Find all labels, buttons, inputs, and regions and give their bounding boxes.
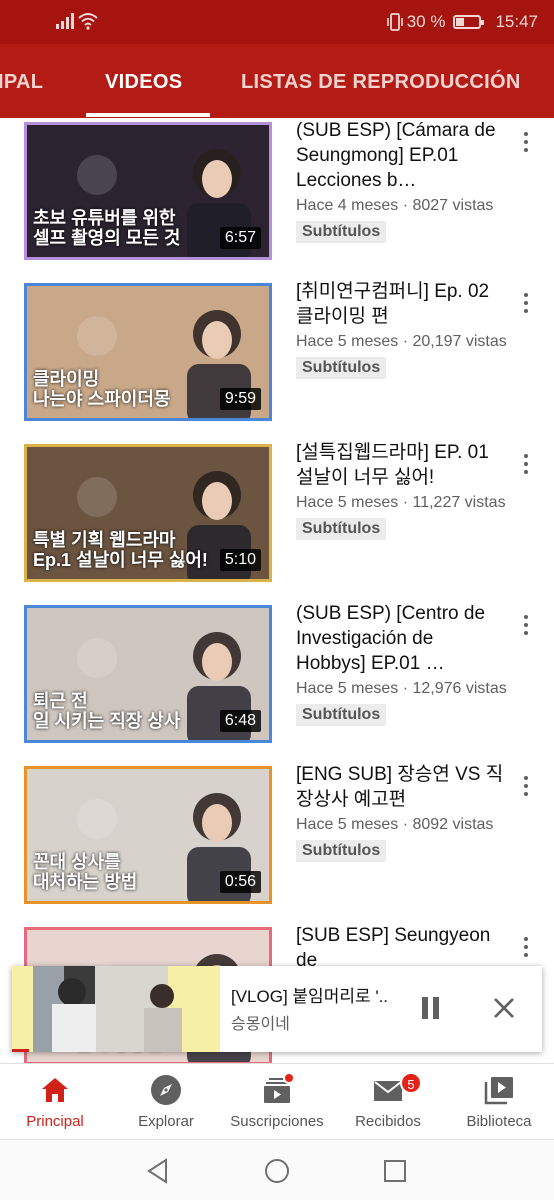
video-info: (SUB ESP) [Centro de Investigación de Ho… [296, 601, 507, 726]
subtitles-badge: Subtítulos [296, 221, 387, 243]
video-title[interactable]: [ENG SUB] 장승연 VS 직장상사 예고편 [296, 762, 506, 812]
battery-icon [453, 15, 485, 29]
subtitles-badge: Subtítulos [296, 840, 387, 862]
video-thumbnail[interactable]: 퇴근 전일 시키는 직장 상사 6:48 [24, 605, 272, 743]
video-list[interactable]: 초보 유튜버를 위한 셀프 촬영의 모든 것 6:57 (SUB ESP) [Cáma… [0, 118, 554, 1063]
video-info: [ENG SUB] 장승연 VS 직장상사 예고편 Hace 5 meses · … [296, 762, 506, 862]
home-icon [42, 1078, 68, 1102]
more-options-icon[interactable] [518, 937, 534, 961]
close-icon[interactable] [492, 996, 516, 1020]
nav-principal[interactable]: Principal [0, 1064, 110, 1140]
video-meta: Hace 5 meses · 11,227 vistas [296, 494, 506, 511]
home-button-icon[interactable] [264, 1158, 290, 1184]
subscriptions-new-dot [283, 1072, 295, 1084]
thumbnail-caption-line: 클라이밍 [33, 368, 100, 389]
thumbnail-caption-line: 셀프 촬영의 모든 것 [33, 228, 181, 249]
video-item[interactable]: 꼰대 상사를 대처하는 방법 0:56 [ENG SUB] 장승연 VS 직장상사 예… [0, 762, 554, 912]
thumbnail-caption-line: 일 시키는 직장 상사 [33, 711, 181, 732]
nav-biblioteca[interactable]: Biblioteca [444, 1064, 554, 1140]
video-title[interactable]: [설특집웹드라마] EP. 01 설날이 너무 싫어! [296, 440, 506, 490]
video-item[interactable]: 초보 유튜버를 위한 셀프 촬영의 모든 것 6:57 (SUB ESP) [Cáma… [0, 118, 554, 268]
miniplayer-title[interactable]: [VLOG] 붙임머리로 '.. [231, 982, 388, 1007]
video-item[interactable]: 퇴근 전일 시키는 직장 상사 6:48 (SUB ESP) [Centro de … [0, 601, 554, 751]
thumbnail-caption: 초보 유튜버를 위한 셀프 촬영의 모든 것 [33, 208, 180, 249]
thumbnail-caption-line: 나는야 스파이더몽 [33, 389, 171, 410]
more-options-icon[interactable] [518, 132, 534, 156]
nav-label-explorar: Explorar [138, 1113, 194, 1130]
wifi-icon [78, 13, 98, 30]
subtitles-badge: Subtítulos [296, 357, 387, 379]
miniplayer-progress [12, 1049, 29, 1052]
bottom-nav: Principal Explorar Suscripciones 5 Recib… [0, 1063, 554, 1139]
video-thumbnail[interactable]: 초보 유튜버를 위한 셀프 촬영의 모든 것 6:57 [24, 122, 272, 260]
video-item[interactable]: 특별 기획 웹드라마 Ep.1 설날이 너무 싫어! 5:10 [설특집웹드라마] E… [0, 440, 554, 590]
battery-percent: 30 % [406, 12, 446, 31]
pause-icon[interactable] [420, 997, 440, 1019]
status-bar: 30 % 15:47 [0, 0, 554, 44]
thumbnail-caption: 특별 기획 웹드라마 Ep.1 설날이 너무 싫어! [33, 530, 208, 571]
signal-icon [56, 13, 74, 29]
more-options-icon[interactable] [518, 776, 534, 800]
thumbnail-caption-line: 꼰대 상사를 [33, 851, 121, 872]
miniplayer[interactable]: [VLOG] 붙임머리로 '.. 승몽이네 [12, 966, 542, 1052]
video-duration: 6:48 [219, 710, 261, 732]
nav-label-recibidos: Recibidos [355, 1113, 421, 1130]
video-meta: Hace 5 meses · 20,197 vistas [296, 333, 507, 350]
video-meta: Hace 4 meses · 8027 vistas [296, 197, 494, 214]
more-options-icon[interactable] [518, 293, 534, 317]
nav-label-biblioteca: Biblioteca [466, 1113, 532, 1130]
video-title[interactable]: (SUB ESP) [Centro de Investigación de Ho… [296, 601, 506, 676]
thumbnail-caption-line: 특별 기획 웹드라마 [33, 529, 176, 550]
thumbnail-caption-line: 초보 유튜버를 위한 [33, 207, 176, 228]
thumbnail-caption: 꼰대 상사를 대처하는 방법 [33, 852, 137, 893]
nav-label-principal: Principal [26, 1113, 84, 1130]
thumbnail-caption-line: Ep.1 설날이 너무 싫어! [33, 550, 208, 571]
nav-suscripciones[interactable]: Suscripciones [222, 1064, 332, 1140]
nav-label-suscripciones: Suscripciones [230, 1113, 324, 1130]
miniplayer-thumbnail[interactable] [12, 966, 220, 1052]
back-icon[interactable] [146, 1158, 170, 1184]
thumbnail-caption: 클라이밍 나는야 스파이더몽 [33, 369, 170, 410]
subtitles-badge: Subtítulos [296, 704, 387, 726]
tab-principal[interactable]: IPAL [0, 71, 43, 94]
tab-playlists[interactable]: LISTAS DE REPRODUCCIÓN [241, 71, 521, 94]
library-icon [484, 1077, 513, 1105]
nav-explorar[interactable]: Explorar [111, 1064, 221, 1140]
video-thumbnail[interactable]: 꼰대 상사를 대처하는 방법 0:56 [24, 766, 272, 904]
video-info: [설특집웹드라마] EP. 01 설날이 너무 싫어! Hace 5 meses … [296, 440, 506, 540]
thumbnail-caption: 퇴근 전일 시키는 직장 상사 [33, 691, 180, 732]
video-duration: 5:10 [219, 549, 261, 571]
video-meta: Hace 5 meses · 12,976 vistas [296, 680, 507, 697]
tab-videos[interactable]: VIDEOS [105, 71, 182, 94]
miniplayer-video-frame [52, 978, 182, 1052]
thumbnail-caption-line: 대처하는 방법 [33, 872, 138, 893]
video-thumbnail[interactable]: 특별 기획 웹드라마 Ep.1 설날이 너무 싫어! 5:10 [24, 444, 272, 582]
channel-tabs: IPAL VIDEOS LISTAS DE REPRODUCCIÓN [0, 44, 554, 118]
video-duration: 0:56 [219, 871, 261, 893]
nav-recibidos[interactable]: 5 Recibidos [333, 1064, 443, 1140]
video-duration: 6:57 [219, 227, 261, 249]
clock: 15:47 [495, 12, 538, 31]
vibrate-icon [386, 13, 403, 31]
video-title[interactable]: (SUB ESP) [Cámara de Seungmong] EP.01 Le… [296, 118, 506, 193]
active-tab-indicator [86, 113, 210, 117]
system-nav-bar [0, 1139, 554, 1200]
video-meta: Hace 5 meses · 8092 vistas [296, 816, 494, 833]
miniplayer-channel: 승몽이네 [231, 1016, 290, 1033]
video-title[interactable]: [취미연구컴퍼니] Ep. 02 클라이밍 편 [296, 279, 506, 329]
inbox-count-badge: 5 [400, 1072, 422, 1094]
video-item[interactable]: 클라이밍 나는야 스파이더몽 9:59 [취미연구컴퍼니] Ep. 02 클라이밍 편… [0, 279, 554, 429]
more-options-icon[interactable] [518, 454, 534, 478]
thumbnail-caption-line: 퇴근 전 [33, 690, 88, 711]
video-info: (SUB ESP) [Cámara de Seungmong] EP.01 Le… [296, 118, 506, 243]
video-info: [취미연구컴퍼니] Ep. 02 클라이밍 편 Hace 5 meses · 20… [296, 279, 507, 379]
video-duration: 9:59 [219, 388, 261, 410]
compass-icon [151, 1075, 181, 1105]
more-options-icon[interactable] [518, 615, 534, 639]
video-thumbnail[interactable]: 클라이밍 나는야 스파이더몽 9:59 [24, 283, 272, 421]
recents-icon[interactable] [383, 1159, 407, 1183]
subtitles-badge: Subtítulos [296, 518, 387, 540]
mail-icon [374, 1081, 402, 1101]
